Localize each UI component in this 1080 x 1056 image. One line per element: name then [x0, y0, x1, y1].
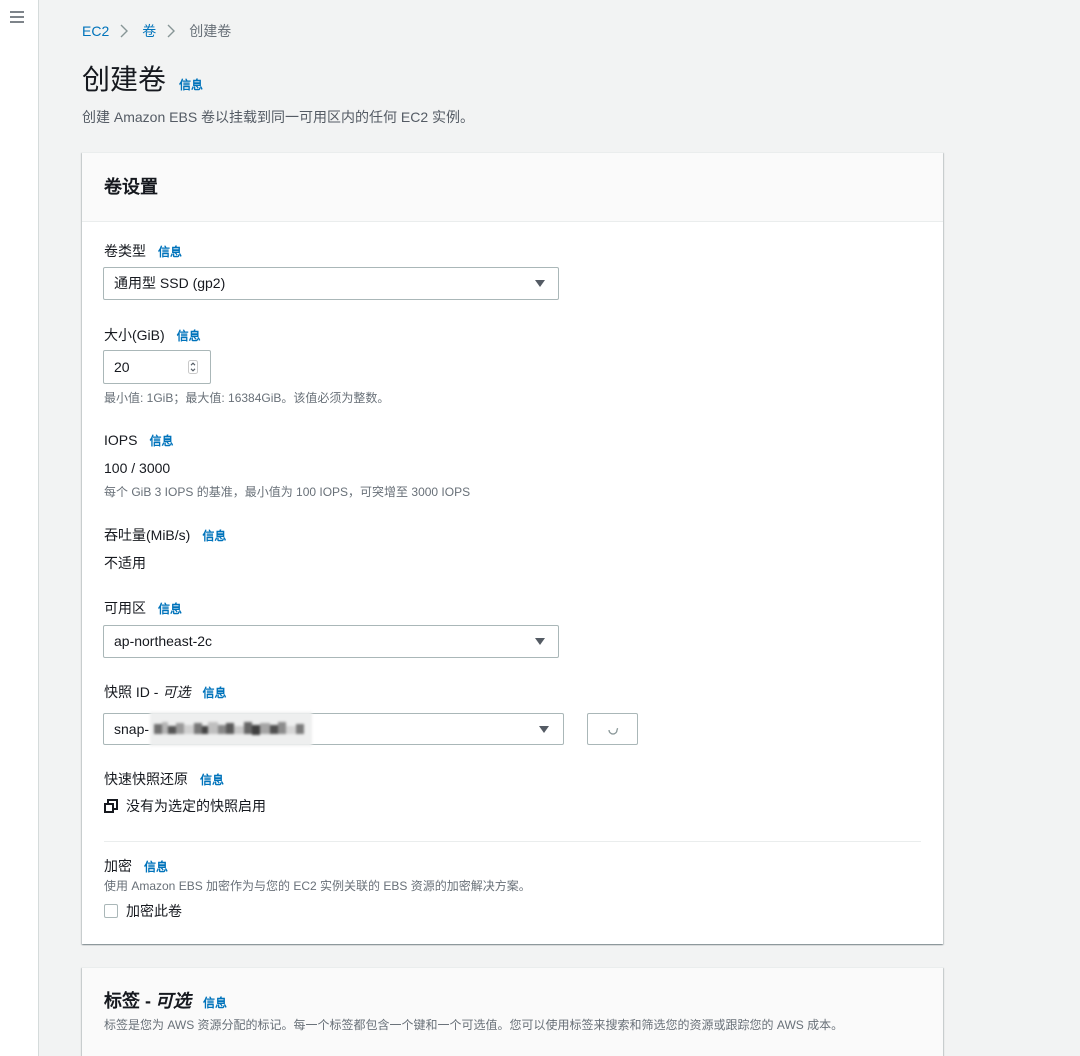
availability-zone-selected-value: ap-northeast-2c	[114, 633, 213, 649]
redacted-snapshot-id	[150, 712, 312, 746]
tags-title-text: 标签 -	[104, 991, 151, 1011]
fast-snapshot-restore-label-text: 快速快照还原	[104, 771, 188, 787]
volume-type-select[interactable]: 通用型 SSD (gp2)	[103, 267, 559, 300]
page-title-text: 创建卷	[82, 64, 167, 95]
volume-type-info-link[interactable]: 信息	[158, 245, 182, 259]
copy-icon	[104, 799, 118, 813]
encrypt-volume-checkbox-label: 加密此卷	[126, 903, 182, 919]
throughput-value: 不适用	[104, 555, 146, 571]
size-stepper	[103, 350, 211, 384]
hamburger-menu-icon	[10, 11, 24, 23]
tags-info-link[interactable]: 信息	[203, 996, 227, 1010]
iops-info-link[interactable]: 信息	[149, 434, 173, 448]
caret-down-icon	[539, 725, 549, 733]
throughput-label: 吞吐量(MiB/s) 信息	[104, 525, 226, 546]
encryption-label-text: 加密	[104, 858, 132, 874]
encrypt-volume-option[interactable]: 加密此卷	[104, 901, 182, 921]
encrypt-volume-checkbox[interactable]	[104, 904, 118, 918]
navigation-toggle-button[interactable]	[8, 8, 26, 26]
caret-down-icon	[535, 280, 545, 287]
page-description: 创建 Amazon EBS 卷以挂载到同一可用区内的任何 EC2 实例。	[82, 109, 475, 125]
stepper-arrows-icon[interactable]	[188, 360, 198, 374]
breadcrumb-ec2-link[interactable]: EC2	[82, 22, 109, 40]
section-divider	[104, 841, 921, 842]
availability-zone-info-link[interactable]: 信息	[158, 602, 182, 616]
volume-settings-panel: 卷设置 卷类型信息 通用型 SSD (gp2) 大小(GiB)信息 最小值: 1…	[82, 152, 943, 944]
fast-snapshot-restore-status-text: 没有为选定的快照启用	[126, 798, 266, 814]
size-constraint-text: 最小值: 1GiB；最大值: 16384GiB。该值必须为整数。	[104, 391, 390, 405]
iops-description: 每个 GiB 3 IOPS 的基准，最小值为 100 IOPS，可突增至 300…	[104, 485, 471, 499]
fast-snapshot-restore-info-link[interactable]: 信息	[200, 773, 224, 787]
volume-settings-header: 卷设置	[82, 153, 943, 222]
size-label-text: 大小(GiB)	[104, 327, 165, 343]
tags-description: 标签是您为 AWS 资源分配的标记。每一个标签都包含一个键和一个可选值。您可以使…	[104, 1018, 844, 1032]
side-navigation	[0, 0, 39, 1056]
caret-down-icon	[535, 638, 545, 645]
iops-value: 100 / 3000	[104, 460, 171, 476]
fast-snapshot-restore-status: 没有为选定的快照启用	[104, 796, 266, 816]
volume-type-selected-value: 通用型 SSD (gp2)	[114, 275, 226, 291]
availability-zone-select[interactable]: ap-northeast-2c	[103, 625, 559, 658]
encryption-label: 加密 信息	[104, 856, 168, 877]
encryption-description: 使用 Amazon EBS 加密作为与您的 EC2 实例关联的 EBS 资源的加…	[104, 879, 531, 893]
chevron-right-icon	[120, 24, 129, 38]
availability-zone-label: 可用区 信息	[104, 598, 182, 619]
iops-label: IOPS 信息	[104, 430, 173, 451]
breadcrumb-volumes-link[interactable]: 卷	[142, 22, 156, 40]
snapshot-id-select[interactable]: snap-	[103, 712, 564, 746]
tags-panel: 标签 - 可选 信息 标签是您为 AWS 资源分配的标记。每一个标签都包含一个键和一…	[82, 967, 943, 1056]
volume-type-label-text: 卷类型	[104, 243, 146, 259]
volume-settings-title: 卷设置	[104, 177, 158, 197]
snapshot-id-label: 快照 ID - 可选 信息	[104, 682, 226, 703]
size-info-link[interactable]: 信息	[177, 329, 201, 343]
iops-label-text: IOPS	[104, 432, 138, 448]
volume-type-label: 卷类型 信息	[104, 241, 182, 262]
tags-title: 标签 - 可选 信息	[104, 990, 227, 1014]
page-title: 创建卷 信息	[82, 62, 203, 103]
chevron-right-icon	[167, 24, 176, 38]
refresh-icon	[608, 727, 619, 735]
page-info-link[interactable]: 信息	[179, 78, 203, 92]
throughput-label-text: 吞吐量(MiB/s)	[104, 527, 191, 543]
fast-snapshot-restore-label: 快速快照还原 信息	[104, 769, 224, 790]
breadcrumb-current-page: 创建卷	[189, 23, 232, 39]
snapshot-id-label-text: 快照 ID -	[104, 684, 159, 700]
tags-optional-tag: 可选	[155, 991, 191, 1011]
breadcrumb: EC2 卷 创建卷	[82, 22, 231, 40]
snapshot-refresh-button[interactable]	[587, 713, 638, 745]
encryption-info-link[interactable]: 信息	[144, 860, 168, 874]
throughput-info-link[interactable]: 信息	[202, 529, 226, 543]
snapshot-id-info-link[interactable]: 信息	[202, 686, 226, 700]
snapshot-id-optional-tag: 可选	[162, 684, 191, 700]
size-label: 大小(GiB) 信息	[104, 325, 201, 346]
availability-zone-label-text: 可用区	[104, 600, 146, 616]
